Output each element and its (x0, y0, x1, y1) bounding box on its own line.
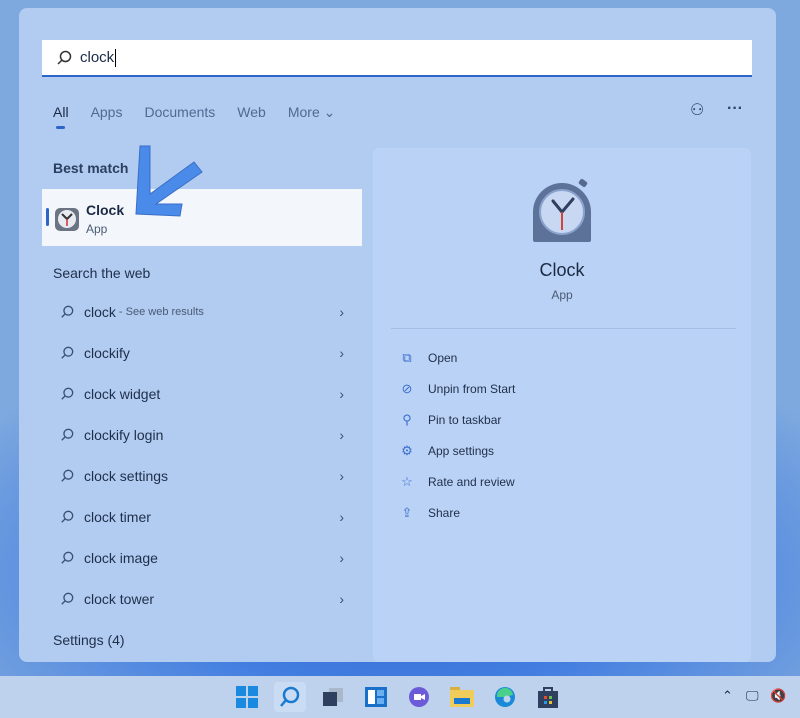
web-result-text: clockify login (84, 427, 164, 443)
search-taskbar-button[interactable] (274, 682, 306, 712)
web-result-sub: - See web results (118, 306, 204, 318)
pin-icon: ⚲ (402, 412, 412, 427)
search-icon (61, 428, 74, 441)
selection-indicator (46, 208, 49, 226)
web-result-item[interactable]: clock tower › (42, 579, 362, 619)
settings-heading[interactable]: Settings (4) (53, 632, 125, 648)
edge-icon (495, 687, 515, 707)
volume-muted-icon[interactable]: 🔇 (770, 688, 786, 704)
taskbar: ⌃ 🖵 🔇 (0, 676, 800, 718)
task-view-button[interactable] (317, 682, 349, 712)
filter-tabs: All Apps Documents Web More ⌄ (53, 104, 357, 129)
divider (391, 328, 736, 329)
best-match-subtitle: App (86, 222, 108, 236)
search-icon (61, 305, 74, 318)
action-rate-and-review[interactable]: ☆ Rate and review (399, 474, 515, 490)
clock-app-icon (55, 208, 79, 231)
annotation-arrow-icon (135, 145, 203, 217)
web-result-text: clockify (84, 345, 130, 361)
action-share[interactable]: ⇪ Share (399, 505, 460, 521)
search-icon (61, 387, 74, 400)
search-icon (61, 551, 74, 564)
web-result-item[interactable]: clock settings › (42, 456, 362, 496)
best-match-title: Clock (86, 202, 125, 218)
show-hidden-icons-chevron-icon[interactable]: ⌃ (722, 688, 733, 704)
chevron-right-icon: › (339, 468, 344, 484)
open-icon: ⧉ (402, 350, 412, 365)
chevron-right-icon: › (339, 345, 344, 361)
edge-button[interactable] (489, 682, 521, 712)
widgets-button[interactable] (360, 682, 392, 712)
chevron-right-icon: › (339, 509, 344, 525)
star-icon: ☆ (401, 474, 413, 489)
gear-icon: ⚙ (401, 443, 413, 458)
detail-app-name: Clock (539, 260, 585, 280)
detail-app-type: App (551, 288, 573, 302)
start-button[interactable] (231, 682, 263, 712)
chevron-right-icon: › (339, 427, 344, 443)
action-pin-to-taskbar[interactable]: ⚲ Pin to taskbar (399, 412, 501, 428)
web-result-item[interactable]: clock - See web results › (42, 292, 362, 332)
web-result-text: clock widget (84, 386, 161, 402)
action-label: Pin to taskbar (428, 413, 502, 427)
chevron-right-icon: › (339, 591, 344, 607)
action-open[interactable]: ⧉ Open (399, 350, 457, 366)
text-caret (115, 48, 117, 67)
unpin-icon: ⊘ (401, 381, 413, 396)
search-input[interactable]: clock (42, 40, 752, 77)
folder-icon (450, 687, 474, 707)
share-icon: ⇪ (401, 505, 413, 520)
store-icon (538, 687, 558, 708)
tab-web[interactable]: Web (237, 104, 266, 121)
action-label: Rate and review (428, 475, 515, 489)
action-app-settings[interactable]: ⚙ App settings (399, 443, 494, 459)
action-label: App settings (428, 444, 495, 458)
chevron-right-icon: › (339, 550, 344, 566)
web-result-item[interactable]: clock widget › (42, 374, 362, 414)
tab-apps[interactable]: Apps (91, 104, 123, 121)
web-result-item[interactable]: clockify login › (42, 415, 362, 455)
action-unpin-from-start[interactable]: ⊘ Unpin from Start (399, 381, 516, 397)
action-label: Unpin from Start (428, 382, 516, 396)
tab-documents[interactable]: Documents (144, 104, 215, 121)
detail-pane: Clock App ⧉ Open ⊘ Unpin from Start ⚲ Pin to … (373, 148, 751, 662)
network-icon[interactable]: 🖵 (746, 688, 759, 704)
search-web-heading: Search the web (53, 265, 151, 281)
tab-more[interactable]: More ⌄ (288, 104, 336, 121)
more-options-icon[interactable]: ··· (727, 100, 743, 118)
chat-icon (409, 687, 429, 707)
clock-large-icon (533, 179, 591, 242)
windows-logo-icon (236, 686, 258, 708)
tab-all[interactable]: All (53, 104, 69, 129)
web-result-text: clock (84, 304, 116, 320)
chevron-right-icon: › (339, 386, 344, 402)
web-result-text: clock image (84, 550, 158, 566)
web-result-item[interactable]: clockify › (42, 333, 362, 373)
file-explorer-button[interactable] (446, 682, 478, 712)
search-icon (280, 686, 300, 707)
account-switch-icon[interactable]: ⚇ (690, 100, 704, 120)
search-icon (61, 469, 74, 482)
search-value: clock (80, 49, 115, 66)
task-view-icon (323, 688, 343, 706)
action-label: Open (428, 351, 458, 365)
chevron-right-icon: › (339, 304, 344, 320)
web-result-text: clock timer (84, 509, 151, 525)
teams-chat-button[interactable] (403, 682, 435, 712)
store-button[interactable] (532, 682, 564, 712)
search-icon (61, 592, 74, 605)
action-label: Share (428, 506, 461, 520)
web-result-item[interactable]: clock image › (42, 538, 362, 578)
search-icon (61, 346, 74, 359)
web-result-text: clock settings (84, 468, 169, 484)
search-icon (61, 510, 74, 523)
search-icon (57, 50, 72, 65)
web-result-item[interactable]: clock timer › (42, 497, 362, 537)
web-result-text: clock tower (84, 591, 155, 607)
best-match-heading: Best match (53, 160, 129, 176)
widgets-icon (365, 687, 387, 707)
